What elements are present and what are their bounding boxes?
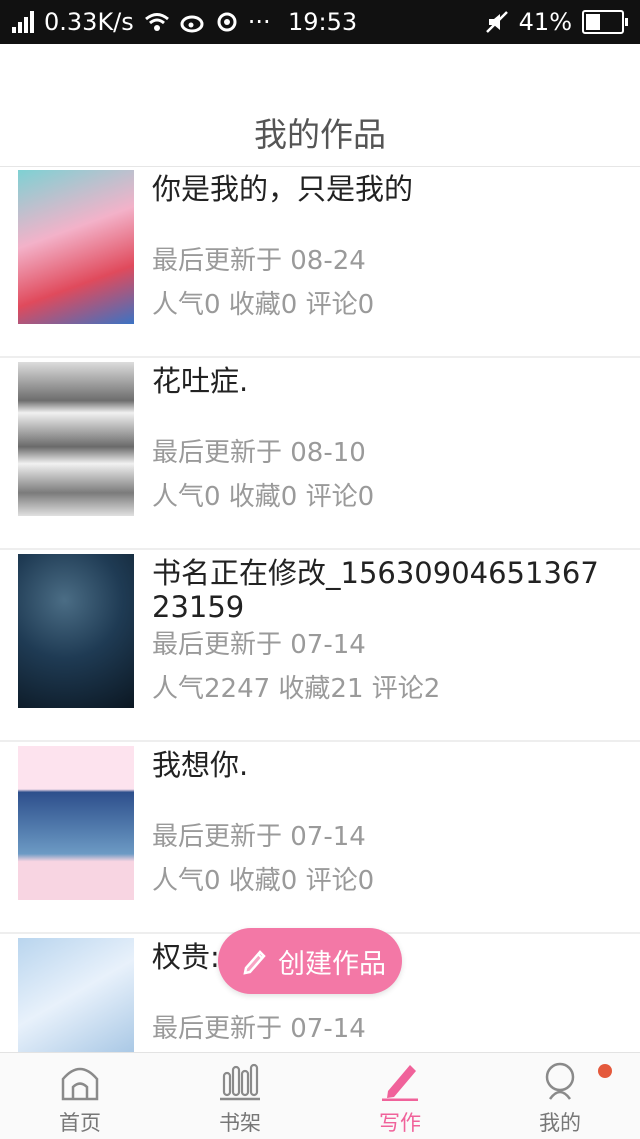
work-cover <box>18 362 134 516</box>
tab-home[interactable]: 首页 <box>0 1053 160 1139</box>
work-cover <box>18 170 134 324</box>
works-list: 你是我的，只是我的 最后更新于 08-24 人气0 收藏0 评论0 花吐症. 最… <box>0 166 640 1052</box>
pen-icon <box>382 1065 418 1101</box>
work-title: 你是我的，只是我的 <box>152 172 414 206</box>
battery-icon <box>582 10 628 34</box>
page-header: 我的作品 <box>0 44 640 167</box>
work-stats: 人气2247 收藏21 评论2 <box>152 674 441 704</box>
tab-write-label: 写作 <box>379 1111 421 1135</box>
profile-icon <box>545 1062 575 1100</box>
work-title: 花吐症. <box>152 364 249 398</box>
work-cover <box>18 554 134 708</box>
work-item[interactable]: 花吐症. 最后更新于 08-10 人气0 收藏0 评论0 <box>0 358 640 550</box>
work-updated: 最后更新于 07-14 <box>152 1014 366 1044</box>
weibo-icon <box>180 15 204 33</box>
wifi-icon <box>144 13 169 31</box>
tab-bookshelf[interactable]: 书架 <box>160 1053 320 1139</box>
bookshelf-icon <box>220 1063 260 1101</box>
battery-percent: 41% <box>518 8 572 36</box>
tab-profile[interactable]: 我的 <box>480 1053 640 1139</box>
work-stats: 人气0 收藏0 评论0 <box>152 866 375 896</box>
work-item[interactable]: 书名正在修改_1563090465136723159 最后更新于 07-14 人… <box>0 550 640 742</box>
pencil-icon <box>243 950 266 975</box>
work-cover <box>18 746 134 900</box>
mute-icon <box>485 11 508 33</box>
work-title: 我想你. <box>152 748 249 782</box>
work-stats: 人气0 收藏0 评论0 <box>152 290 375 320</box>
work-item[interactable]: 我想你. 最后更新于 07-14 人气0 收藏0 评论0 <box>0 742 640 934</box>
work-updated: 最后更新于 07-14 <box>152 822 366 852</box>
location-icon <box>217 12 237 32</box>
work-updated: 最后更新于 07-14 <box>152 630 366 660</box>
home-icon <box>61 1067 99 1101</box>
tab-bookshelf-label: 书架 <box>219 1111 261 1135</box>
create-work-label: 创建作品 <box>278 948 386 980</box>
more-notifications: ··· <box>247 8 271 36</box>
work-title: 书名正在修改_1563090465136723159 <box>152 556 599 624</box>
page-title: 我的作品 <box>254 115 386 154</box>
tab-write[interactable]: 写作 <box>320 1053 480 1139</box>
notification-badge <box>598 1064 612 1078</box>
tab-home-label: 首页 <box>59 1111 101 1135</box>
tab-profile-label: 我的 <box>539 1111 581 1135</box>
work-updated: 最后更新于 08-10 <box>152 438 366 468</box>
clock: 19:53 <box>288 8 358 36</box>
work-updated: 最后更新于 08-24 <box>152 246 366 276</box>
signal-icon <box>12 11 34 33</box>
create-work-button[interactable]: 创建作品 <box>218 928 402 994</box>
bottom-tab-bar: 首页 书架 写作 我的 <box>0 1052 640 1139</box>
work-stats: 人气0 收藏0 评论0 <box>152 482 375 512</box>
work-cover <box>18 938 134 1052</box>
network-speed: 0.33K/s <box>44 8 134 36</box>
work-item[interactable]: 你是我的，只是我的 最后更新于 08-24 人气0 收藏0 评论0 <box>0 166 640 358</box>
status-bar: 0.33K/s ··· 19:53 41% <box>0 0 640 44</box>
